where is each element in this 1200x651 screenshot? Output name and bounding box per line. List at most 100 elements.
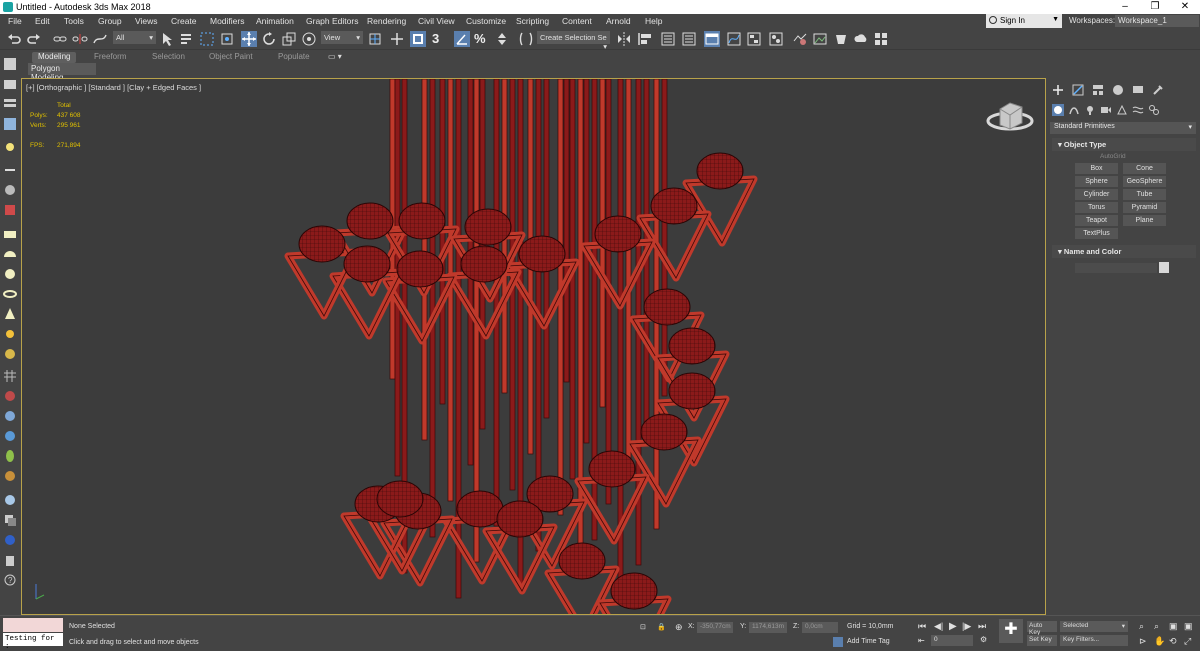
- tab-populate[interactable]: Populate: [278, 52, 310, 63]
- helpers-icon[interactable]: [1116, 104, 1128, 116]
- reference-coordinate-dropdown[interactable]: View ▾: [321, 31, 363, 44]
- absolute-mode-icon[interactable]: ⊕: [675, 622, 683, 633]
- tab-modeling[interactable]: Modeling: [32, 52, 77, 63]
- hierarchy-tab-icon[interactable]: [1092, 84, 1104, 96]
- field-of-view-icon[interactable]: ⊳: [1139, 636, 1147, 647]
- previous-frame-icon[interactable]: ◀|: [934, 621, 943, 632]
- select-move-icon[interactable]: [241, 31, 257, 47]
- mirror-icon[interactable]: [616, 31, 632, 47]
- pyramid-button[interactable]: Pyramid: [1123, 202, 1166, 213]
- goto-end-icon[interactable]: ⏭: [978, 621, 986, 632]
- selection-filter-dropdown[interactable]: All ▾: [113, 31, 156, 44]
- add-time-tag[interactable]: Add Time Tag: [847, 638, 890, 645]
- align-icon[interactable]: [637, 31, 653, 47]
- curve-editor-icon[interactable]: [726, 31, 742, 47]
- menu-edit[interactable]: Edit: [35, 16, 50, 26]
- space-warps-icon[interactable]: [1132, 104, 1144, 116]
- play-icon[interactable]: ▶: [949, 621, 957, 632]
- z-coord-field[interactable]: 0,0cm: [802, 622, 838, 633]
- globe-icon[interactable]: [3, 429, 17, 443]
- spinner-snap-icon[interactable]: [494, 31, 510, 47]
- orbit-icon[interactable]: ⟲: [1169, 636, 1177, 647]
- maximize-viewport-icon[interactable]: ⤢: [1184, 636, 1191, 647]
- scene-explorer-icon[interactable]: [660, 31, 676, 47]
- tab-object-paint[interactable]: Object Paint: [209, 52, 253, 63]
- object-type-rollout-header[interactable]: ▾ Object Type: [1052, 138, 1196, 151]
- viewport-orthographic[interactable]: [+] [Orthographic ] [Standard ] [Clay + …: [21, 78, 1046, 615]
- percent-snap-toggle[interactable]: %: [474, 31, 490, 47]
- select-rotate-icon[interactable]: [261, 31, 277, 47]
- utilities-tab-icon[interactable]: [1152, 84, 1164, 96]
- key-mode-icon[interactable]: ⇤: [918, 636, 925, 645]
- polygon-modeling-panel[interactable]: Polygon Modeling: [28, 63, 96, 82]
- list-icon[interactable]: [3, 117, 17, 131]
- grid-icon[interactable]: [3, 369, 17, 383]
- y-coord-field[interactable]: 1174,613m: [749, 622, 787, 633]
- dome-icon[interactable]: [3, 247, 17, 261]
- chandelier-model[interactable]: [22, 79, 1045, 614]
- link-side-icon[interactable]: [3, 163, 17, 177]
- box-button[interactable]: Box: [1075, 163, 1118, 174]
- tab-selection[interactable]: Selection: [152, 52, 185, 63]
- menu-arnold[interactable]: Arnold: [606, 16, 631, 26]
- tab-freeform[interactable]: Freeform: [94, 52, 126, 63]
- shapes-icon[interactable]: [1068, 104, 1080, 116]
- menu-views[interactable]: Views: [135, 16, 158, 26]
- particles-icon[interactable]: [3, 409, 17, 423]
- zoom-extents-icon[interactable]: ▣: [1169, 621, 1178, 632]
- render-setup-icon[interactable]: [792, 31, 808, 47]
- maxscript-listener-pink[interactable]: [3, 618, 63, 632]
- sphere-button[interactable]: Sphere: [1075, 176, 1118, 187]
- keyboard-shortcut-override-icon[interactable]: [410, 31, 426, 47]
- named-selection-set-dropdown[interactable]: Create Selection Se ▾: [537, 31, 610, 51]
- modify-tab-icon[interactable]: [1072, 84, 1084, 96]
- maxscript-input[interactable]: Testing for :: [3, 633, 63, 651]
- sphere-blue-icon[interactable]: [3, 493, 17, 507]
- motion-tab-icon[interactable]: [1112, 84, 1124, 96]
- torus-button[interactable]: Torus: [1075, 202, 1118, 213]
- object-name-field[interactable]: [1075, 263, 1157, 273]
- snaps-toggle[interactable]: 3: [432, 31, 448, 47]
- a360-gallery-icon[interactable]: [873, 31, 889, 47]
- menu-file[interactable]: File: [8, 16, 22, 26]
- menu-create[interactable]: Create: [171, 16, 197, 26]
- lights-icon[interactable]: [1084, 104, 1096, 116]
- terrain-icon[interactable]: [3, 469, 17, 483]
- set-key-big-button[interactable]: ✚: [999, 619, 1023, 643]
- sign-in-button[interactable]: Sign In ▼: [986, 14, 1062, 28]
- set-key-button[interactable]: Set Key: [1027, 635, 1057, 646]
- menu-customize[interactable]: Customize: [466, 16, 506, 26]
- light-bulb-icon[interactable]: [3, 141, 17, 155]
- menu-graph-editors[interactable]: Graph Editors: [306, 16, 358, 26]
- select-by-name-icon[interactable]: [179, 31, 195, 47]
- scene-explorer-side-icon[interactable]: [3, 57, 17, 71]
- bone-icon[interactable]: [3, 183, 17, 197]
- cameras-icon[interactable]: [1100, 104, 1112, 116]
- swatch-icon[interactable]: [3, 533, 17, 547]
- cone-button[interactable]: Cone: [1123, 163, 1166, 174]
- time-tag-icon[interactable]: [833, 637, 843, 647]
- menu-content[interactable]: Content: [562, 16, 592, 26]
- autogrid-checkbox[interactable]: AutoGrid: [1100, 153, 1126, 160]
- key-selection-dropdown[interactable]: Selected ▾: [1060, 621, 1128, 632]
- angle-snap-icon[interactable]: [454, 31, 470, 47]
- schematic-view-icon[interactable]: [746, 31, 762, 47]
- undo-icon[interactable]: [6, 31, 22, 47]
- geosphere-button[interactable]: GeoSphere: [1123, 176, 1166, 187]
- paint-icon[interactable]: [3, 389, 17, 403]
- redo-icon[interactable]: [26, 31, 42, 47]
- menu-help[interactable]: Help: [645, 16, 662, 26]
- time-configuration-icon[interactable]: ⚙: [980, 635, 987, 644]
- next-frame-icon[interactable]: |▶: [962, 621, 971, 632]
- geometry-icon[interactable]: [1052, 104, 1064, 116]
- torus-icon[interactable]: [3, 287, 17, 301]
- select-scale-icon[interactable]: [281, 31, 297, 47]
- name-color-rollout-header[interactable]: ▾ Name and Color: [1052, 245, 1196, 258]
- display-tab-icon[interactable]: [1132, 84, 1144, 96]
- zoom-icon[interactable]: ⌕: [1139, 621, 1144, 632]
- edit-named-selection-icon[interactable]: [518, 31, 534, 47]
- goto-start-icon[interactable]: ⏮: [918, 621, 926, 632]
- close-button[interactable]: ✕: [1170, 0, 1200, 14]
- primitive-type-dropdown[interactable]: Standard Primitives ▾: [1050, 122, 1196, 134]
- menu-tools[interactable]: Tools: [64, 16, 84, 26]
